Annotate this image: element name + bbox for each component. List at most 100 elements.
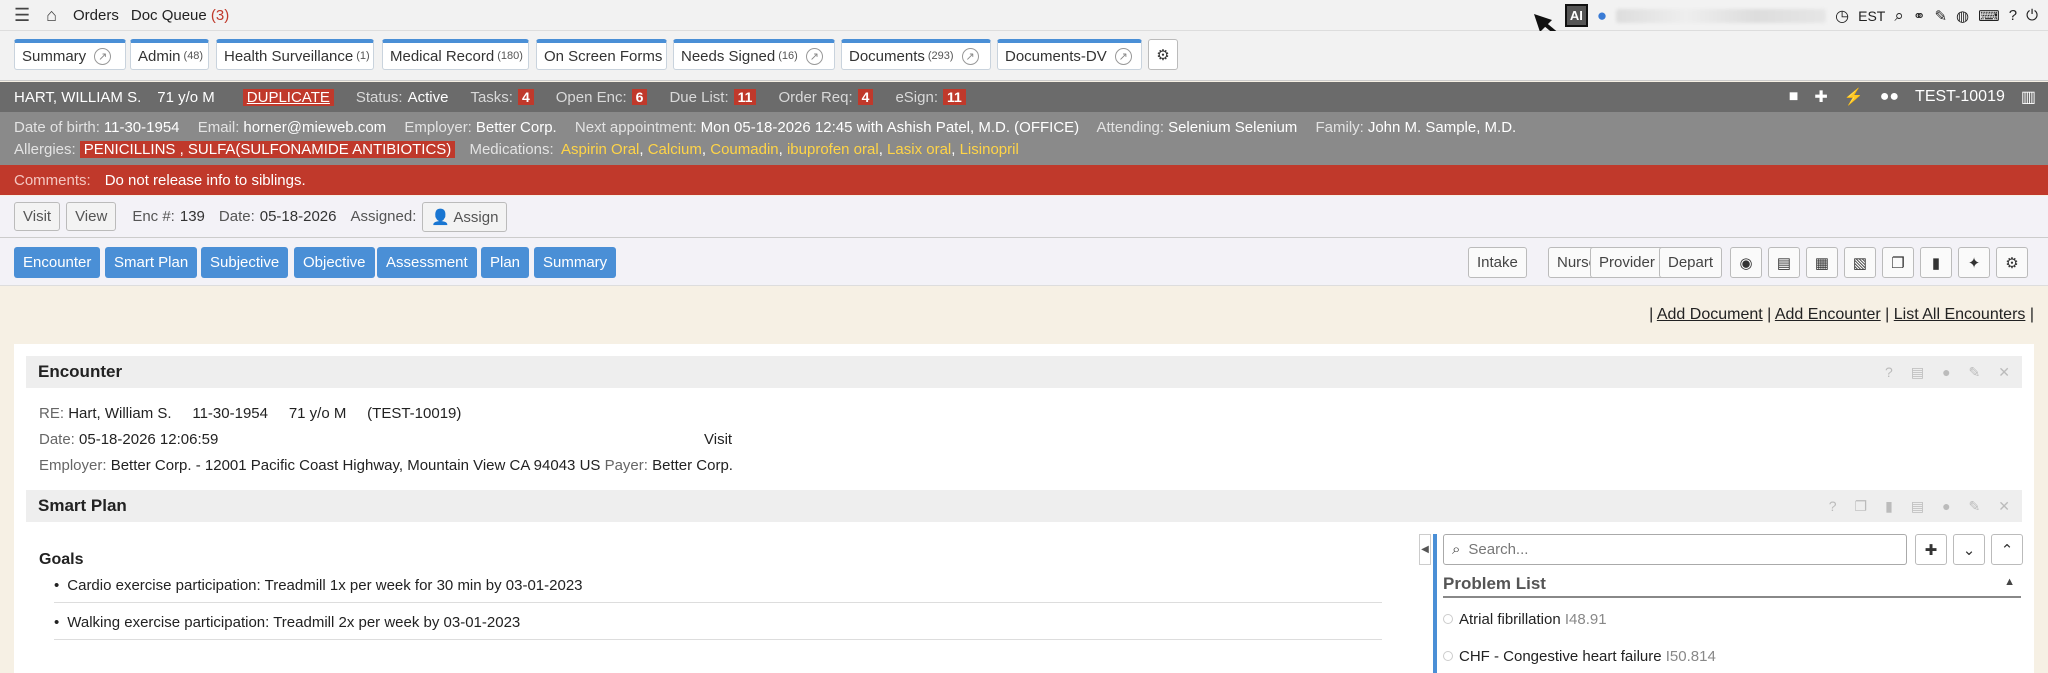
add-document-link[interactable]: Add Document — [1657, 306, 1763, 323]
home-icon[interactable]: ⌂ — [46, 5, 57, 26]
tab-summary[interactable]: Summary ↗ — [14, 39, 126, 70]
settings-gears-icon[interactable]: ⚙ — [1996, 247, 2028, 278]
copy-icon[interactable]: ❐ — [1882, 247, 1914, 278]
book-icon[interactable]: ▤ — [1911, 498, 1924, 515]
help-icon[interactable]: ? — [1885, 364, 1893, 381]
medication-item[interactable]: Lisinopril — [960, 141, 1019, 158]
encounter-content: Encounter ? ▤ ● ✎ ✕ RE: Hart, William S.… — [14, 344, 2034, 673]
tab-needs-signed[interactable]: Needs Signed (16) ↗ — [673, 39, 835, 70]
tab-documents-dv[interactable]: Documents-DV ↗ — [997, 39, 1142, 70]
book-icon[interactable]: ▤ — [1911, 364, 1924, 381]
help-icon[interactable]: ? — [1829, 498, 1837, 515]
archive-icon[interactable]: ▤ — [1768, 247, 1800, 278]
link-icon[interactable]: ⚭ — [1913, 7, 1926, 25]
tab-documents[interactable]: Documents (293) ↗ — [841, 39, 991, 70]
medication-item[interactable]: ibuprofen oral — [787, 141, 879, 158]
panel-divider — [1433, 534, 1437, 673]
view-button[interactable]: View — [66, 202, 117, 231]
order-req-count[interactable]: 4 — [857, 89, 874, 105]
sparkle-icon[interactable]: ✦ — [1958, 247, 1990, 278]
keyboard-icon[interactable]: ⌨ — [1978, 7, 2000, 25]
eye-icon[interactable]: ◉ — [1730, 247, 1762, 278]
edit-icon[interactable]: ✎ — [1969, 498, 1981, 515]
problem-item[interactable]: Atrial fibrillation I48.91 — [1443, 611, 1607, 628]
sort-icon[interactable]: ▲ — [2004, 576, 2015, 588]
medication-item[interactable]: Coumadin — [710, 141, 778, 158]
globe-icon[interactable]: ◍ — [1956, 7, 1969, 25]
bookmark-icon[interactable]: ▮ — [1920, 247, 1952, 278]
esign-count[interactable]: 11 — [943, 89, 966, 105]
help-icon[interactable]: ? — [2009, 7, 2017, 24]
popout-icon[interactable]: ↗ — [1114, 47, 1132, 65]
open-enc-count[interactable]: 6 — [631, 89, 648, 105]
due-list-count[interactable]: 11 — [733, 89, 757, 105]
collapse-up-icon[interactable]: ⌃ — [1991, 534, 2023, 565]
tab-medical-record[interactable]: Medical Record (180) — [382, 39, 529, 70]
problem-search-input[interactable]: ⌕ Search... — [1443, 534, 1907, 565]
dob-value: 11-30-1954 — [103, 119, 180, 136]
lightning-icon[interactable]: ⚡ — [1844, 87, 1864, 107]
medication-item[interactable]: Calcium — [648, 141, 702, 158]
visit-button[interactable]: Visit — [14, 202, 61, 231]
magic-wand-icon[interactable]: ✎ — [1934, 7, 1947, 25]
expand-down-icon[interactable]: ⌄ — [1953, 534, 1985, 565]
bookmark-icon[interactable]: ▮ — [1885, 498, 1893, 515]
timezone-label[interactable]: EST — [1858, 8, 1885, 24]
close-icon[interactable]: ✕ — [1998, 498, 2010, 515]
tab-admin[interactable]: Admin (48) — [130, 39, 209, 70]
tab-settings-gears-icon[interactable]: ⚙ — [1148, 39, 1178, 70]
add-problem-button[interactable]: ✚ — [1915, 534, 1947, 565]
order-req-label: Order Req: — [778, 88, 853, 106]
power-icon[interactable]: ⏻ — [2026, 7, 2038, 24]
medication-item[interactable]: Lasix oral — [887, 141, 951, 158]
medication-item[interactable]: Aspirin Oral — [561, 141, 639, 158]
comments-bar: Comments: Do not release info to sibling… — [0, 165, 2048, 195]
calendar-check-icon[interactable]: ▦ — [1806, 247, 1838, 278]
microphone-icon[interactable]: ● — [1942, 498, 1950, 515]
tab-label: Documents — [849, 47, 925, 65]
nav-plan[interactable]: Plan — [481, 247, 530, 278]
duplicate-badge[interactable]: DUPLICATE — [242, 88, 334, 106]
clock-icon[interactable]: ◷ — [1835, 6, 1849, 26]
provider-button[interactable]: Provider — [1590, 247, 1664, 278]
close-icon[interactable]: ✕ — [1998, 364, 2010, 381]
book-icon[interactable]: ▧ — [1844, 247, 1876, 278]
video-icon[interactable]: ■ — [1789, 88, 1799, 106]
user-icon[interactable]: ● — [1597, 6, 1607, 26]
nav-summary[interactable]: Summary — [534, 247, 617, 278]
nav-encounter[interactable]: Encounter — [14, 247, 101, 278]
intake-button[interactable]: Intake — [1468, 247, 1527, 278]
depart-button[interactable]: Depart — [1659, 247, 1723, 278]
users-icon[interactable]: ●● — [1880, 88, 1899, 106]
attending-value: Selenium Selenium — [1168, 119, 1298, 136]
collapse-panel-icon[interactable]: ◀ — [1419, 534, 1431, 565]
popout-icon[interactable]: ↗ — [961, 47, 979, 65]
add-user-icon[interactable]: ✚ — [1814, 87, 1827, 107]
popout-icon[interactable]: ↗ — [94, 47, 112, 65]
employer-value: Better Corp. - 12001 Pacific Coast Highw… — [110, 457, 601, 474]
nav-objective[interactable]: Objective — [294, 247, 375, 278]
tab-on-screen-forms[interactable]: On Screen Forms — [536, 39, 667, 70]
hamburger-menu-icon[interactable]: ☰ — [14, 5, 30, 26]
status-dot-icon — [1443, 651, 1453, 661]
microphone-icon[interactable]: ● — [1942, 364, 1950, 381]
patient-header: HART, WILLIAM S. 71 y/o M DUPLICATE Stat… — [0, 82, 2048, 112]
problem-item[interactable]: CHF - Congestive heart failure I50.814 — [1443, 648, 1716, 665]
add-encounter-link[interactable]: Add Encounter — [1775, 306, 1881, 323]
chart-icon[interactable]: ▥ — [2021, 87, 2036, 107]
orders-link[interactable]: Orders — [73, 7, 119, 24]
list-all-encounters-link[interactable]: List All Encounters — [1894, 306, 2026, 323]
visit-toolbar: Visit View Enc #: 139 Date: 05-18-2026 A… — [0, 196, 2048, 238]
nav-subjective[interactable]: Subjective — [201, 247, 289, 278]
popout-icon[interactable]: ↗ — [805, 47, 823, 65]
nav-assessment[interactable]: Assessment — [377, 247, 477, 278]
doc-queue-link[interactable]: Doc Queue (3) — [131, 7, 229, 24]
copy-icon[interactable]: ❐ — [1855, 498, 1868, 515]
patient-name[interactable]: HART, WILLIAM S. — [14, 89, 141, 106]
assign-button[interactable]: 👤 Assign — [422, 201, 508, 232]
tab-health-surveillance[interactable]: Health Surveillance (1) — [216, 39, 374, 70]
nav-smart-plan[interactable]: Smart Plan — [105, 247, 198, 278]
edit-icon[interactable]: ✎ — [1969, 364, 1981, 381]
search-icon[interactable]: ⌕ — [1894, 6, 1904, 26]
tasks-count[interactable]: 4 — [517, 89, 534, 105]
